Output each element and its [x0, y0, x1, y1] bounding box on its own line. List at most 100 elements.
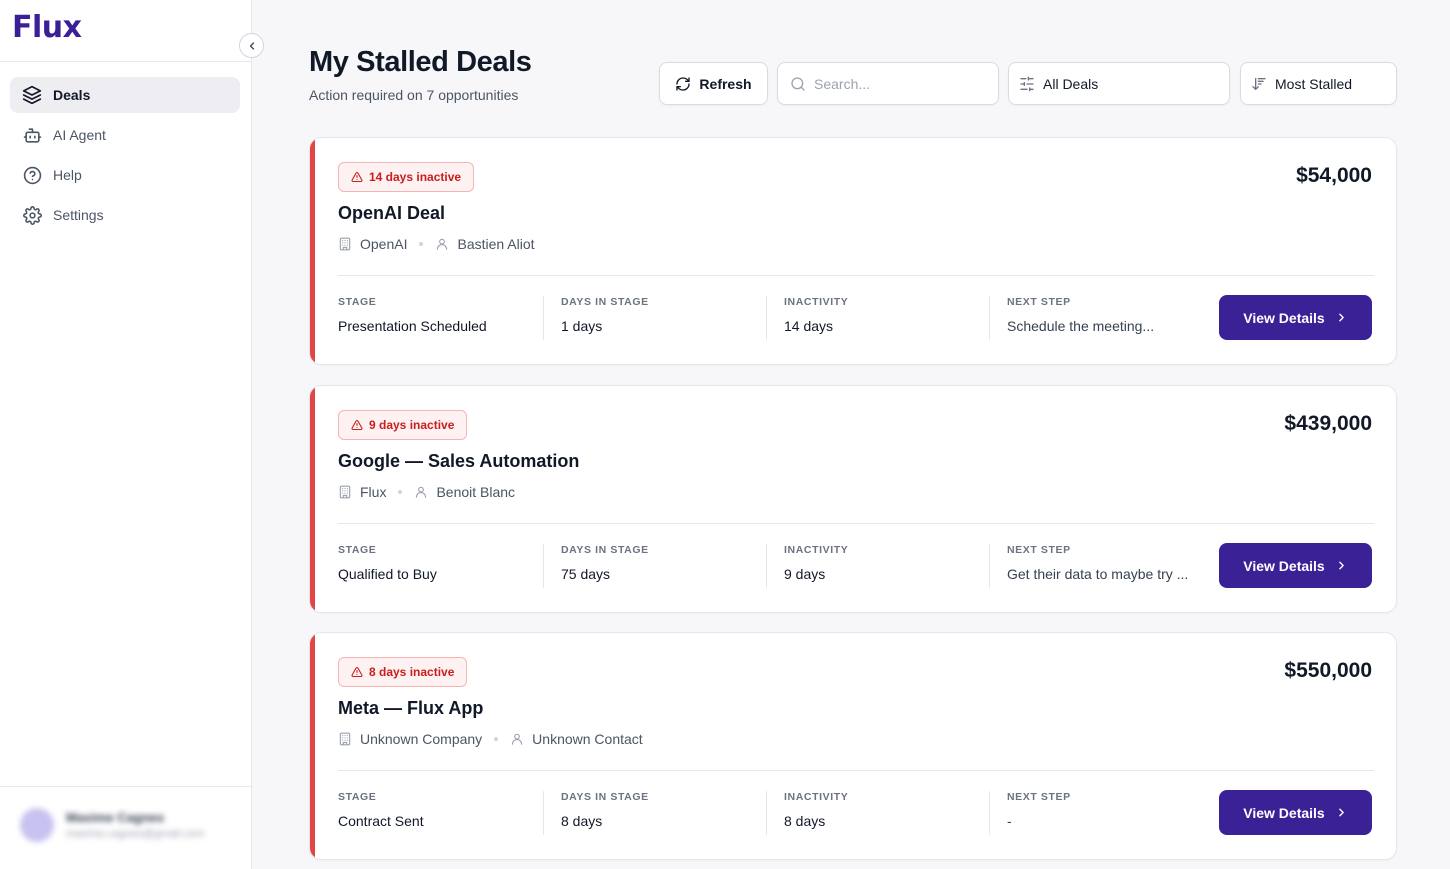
inactivity-badge: 9 days inactive	[338, 410, 468, 440]
separator-dot	[398, 490, 403, 494]
next-step-stat: NEXT STEP -	[1007, 791, 1202, 835]
user-name: Maxime Cagnes	[66, 810, 165, 825]
stage-stat: STAGE Qualified to Buy	[338, 544, 533, 588]
inactivity-stat: INACTIVITY 8 days	[784, 791, 979, 835]
contact-name: Unknown Contact	[532, 731, 643, 747]
divider	[766, 296, 767, 340]
inactivity-value: 9 days	[784, 566, 826, 582]
inactivity-badge: 14 days inactive	[338, 162, 475, 192]
stat-label: STAGE	[338, 296, 377, 308]
separator-dot	[419, 242, 424, 246]
divider	[0, 786, 252, 787]
alert-accent-bar	[310, 386, 315, 612]
stat-label: NEXT STEP	[1007, 296, 1071, 308]
sliders-icon	[1019, 76, 1035, 92]
avatar	[20, 808, 54, 842]
stage-value: Presentation Scheduled	[338, 318, 487, 334]
view-details-button[interactable]: View Details	[1219, 790, 1372, 835]
inactivity-stat: INACTIVITY 14 days	[784, 296, 979, 340]
deal-amount: $550,000	[1284, 659, 1372, 682]
search-icon	[790, 76, 806, 92]
search-box[interactable]	[777, 62, 999, 105]
next-step-value: Schedule the meeting...	[1007, 318, 1155, 334]
page-title: My Stalled Deals	[309, 46, 532, 78]
alert-accent-bar	[310, 633, 315, 859]
chevron-right-icon	[1335, 806, 1348, 819]
deal-card: 14 days inactive OpenAI Deal $54,000 Ope…	[309, 137, 1397, 365]
deal-meta: OpenAI Bastien Aliot	[338, 236, 535, 252]
sidebar-item-label: Help	[53, 167, 82, 183]
alert-triangle-icon	[351, 419, 363, 431]
deal-card: 9 days inactive Google — Sales Automatio…	[309, 385, 1397, 613]
stat-label: DAYS IN STAGE	[561, 791, 649, 803]
stat-label: DAYS IN STAGE	[561, 296, 649, 308]
refresh-button[interactable]: Refresh	[659, 62, 768, 105]
deal-filter-value: All Deals	[1043, 75, 1099, 92]
days-in-stage-value: 8 days	[561, 813, 603, 829]
stage-stat: STAGE Contract Sent	[338, 791, 533, 835]
stat-label: NEXT STEP	[1007, 544, 1071, 556]
chevron-right-icon	[1335, 559, 1348, 572]
next-step-value: -	[1007, 813, 1012, 829]
company-name: Flux	[360, 484, 387, 500]
divider	[543, 296, 544, 340]
divider	[338, 523, 1374, 524]
next-step-stat: NEXT STEP Schedule the meeting...	[1007, 296, 1202, 340]
contact-name: Benoit Blanc	[436, 484, 516, 500]
help-circle-icon	[22, 165, 42, 185]
divider	[989, 544, 990, 588]
user-icon	[510, 732, 524, 746]
alert-triangle-icon	[351, 171, 363, 183]
inactivity-badge: 8 days inactive	[338, 657, 468, 687]
stat-label: INACTIVITY	[784, 296, 849, 308]
sidebar-item-help[interactable]: Help	[10, 157, 240, 193]
days-in-stage-stat: DAYS IN STAGE 8 days	[561, 791, 756, 835]
user-profile[interactable]: Maxime Cagnes maxime.cagnes@gmail.com	[20, 808, 204, 842]
sidebar-item-label: Settings	[53, 207, 104, 223]
alert-accent-bar	[310, 138, 315, 364]
inactivity-value: 14 days	[784, 318, 834, 334]
stage-value: Contract Sent	[338, 813, 424, 829]
app-logo[interactable]: Flux	[12, 10, 82, 45]
company-name: Unknown Company	[360, 731, 483, 747]
stat-label: INACTIVITY	[784, 791, 849, 803]
sort-value: Most Stalled	[1275, 75, 1353, 92]
days-in-stage-stat: DAYS IN STAGE 75 days	[561, 544, 756, 588]
view-details-button[interactable]: View Details	[1219, 543, 1372, 588]
sidebar-item-ai-agent[interactable]: AI Agent	[10, 117, 240, 153]
refresh-icon	[675, 76, 691, 92]
deal-amount: $439,000	[1284, 412, 1372, 435]
view-details-label: View Details	[1243, 804, 1325, 821]
collapse-sidebar-button[interactable]	[239, 33, 264, 58]
divider	[338, 275, 1374, 276]
sort-select[interactable]: Most Stalled	[1240, 62, 1397, 105]
alert-triangle-icon	[351, 666, 363, 678]
bot-icon	[22, 125, 42, 145]
deal-title: Meta — Flux App	[338, 698, 484, 718]
days-in-stage-value: 75 days	[561, 566, 611, 582]
sidebar-item-deals[interactable]: Deals	[10, 77, 240, 113]
refresh-label: Refresh	[699, 75, 752, 92]
days-in-stage-stat: DAYS IN STAGE 1 days	[561, 296, 756, 340]
inactivity-stat: INACTIVITY 9 days	[784, 544, 979, 588]
view-details-label: View Details	[1243, 557, 1325, 574]
deal-amount: $54,000	[1296, 164, 1372, 187]
deal-meta: Unknown Company Unknown Contact	[338, 731, 643, 747]
divider	[989, 296, 990, 340]
stat-label: INACTIVITY	[784, 544, 849, 556]
next-step-stat: NEXT STEP Get their data to maybe try ..…	[1007, 544, 1202, 588]
deal-filter-select[interactable]: All Deals	[1008, 62, 1230, 105]
divider	[989, 791, 990, 835]
stat-label: DAYS IN STAGE	[561, 544, 649, 556]
separator-dot	[494, 737, 499, 741]
divider	[0, 61, 252, 62]
view-details-button[interactable]: View Details	[1219, 295, 1372, 340]
divider	[543, 544, 544, 588]
page-subtitle: Action required on 7 opportunities	[309, 87, 519, 103]
stage-value: Qualified to Buy	[338, 566, 437, 582]
building-icon	[338, 485, 352, 499]
search-input[interactable]	[814, 75, 984, 92]
badge-label: 8 days inactive	[369, 665, 455, 679]
chevron-right-icon	[1335, 311, 1348, 324]
sidebar-item-settings[interactable]: Settings	[10, 197, 240, 233]
